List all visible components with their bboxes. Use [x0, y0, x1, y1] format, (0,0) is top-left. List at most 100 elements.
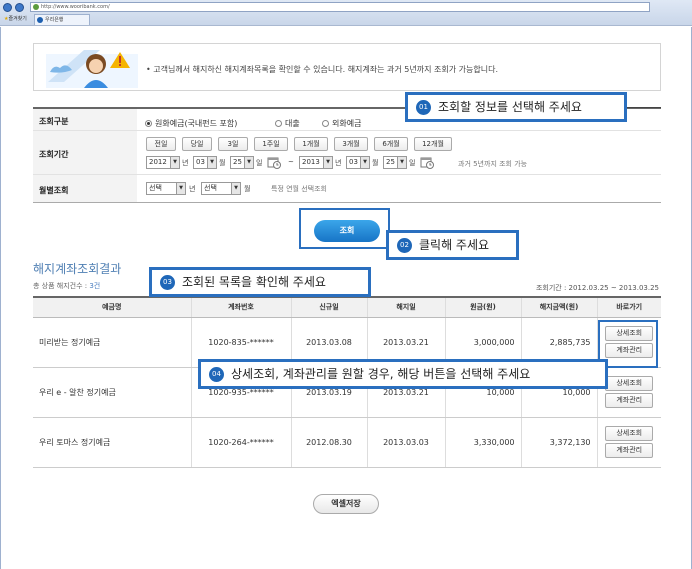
url-text: http://www.wooribank.com/	[41, 4, 110, 10]
period-btn-yesterday[interactable]: 전일	[146, 137, 176, 151]
select-value: 03	[196, 158, 205, 166]
tab-label: 우리은행	[45, 17, 64, 23]
month-unit: 월	[244, 185, 251, 193]
select-value: 2013	[302, 158, 320, 166]
radio-icon	[322, 120, 329, 127]
dropdown-arrow-icon: ▼	[244, 157, 253, 168]
address-bar[interactable]: http://www.wooribank.com/	[30, 2, 650, 12]
dropdown-arrow-icon: ▼	[170, 157, 179, 168]
dropdown-arrow-icon: ▼	[323, 157, 332, 168]
callout-text: 조회된 목록을 확인해 주세요	[182, 275, 326, 289]
select-value: 03	[349, 158, 358, 166]
cell-opened: 2012.08.30	[290, 417, 367, 468]
cell-amount: 3,372,130	[520, 417, 597, 468]
cell-name: 미리받는 정기예금	[33, 317, 191, 368]
period-btn-3days[interactable]: 3일	[218, 137, 248, 151]
day-unit: 일	[409, 159, 416, 167]
period-btn-today[interactable]: 당일	[182, 137, 212, 151]
period-hint: 과거 5년까지 조회 가능	[458, 160, 528, 168]
callout-02: 02 클릭해 주세요	[386, 230, 519, 260]
from-day-select[interactable]: 25 ▼	[230, 156, 254, 169]
from-year-select[interactable]: 2012 ▼	[146, 156, 180, 169]
callout-text: 클릭해 주세요	[419, 238, 490, 252]
callout-text: 상세조회, 계좌관리를 원할 경우, 해당 버튼을 선택해 주세요	[231, 367, 531, 381]
period-label: 조회기간	[39, 150, 69, 159]
to-month-select[interactable]: 03 ▼	[346, 156, 370, 169]
callout-number: 03	[160, 275, 175, 290]
favorites-label: 즐겨찾기	[8, 16, 27, 22]
tilde: ~	[288, 158, 294, 166]
col-account: 계좌번호	[190, 296, 291, 318]
radio-krw-deposit[interactable]: 원화예금(국내펀드 포함)	[145, 118, 237, 129]
page: • 고객님께서 해지하신 해지계좌목록을 확인할 수 있습니다. 해지계좌는 과…	[0, 27, 692, 569]
detail-button[interactable]: 상세조회	[605, 376, 654, 391]
site-icon	[37, 17, 43, 23]
year-unit: 년	[189, 185, 196, 193]
period-btn-6months[interactable]: 6개월	[374, 137, 408, 151]
callout-03: 03 조회된 목록을 확인해 주세요	[149, 267, 371, 297]
dropdown-arrow-icon: ▼	[207, 157, 216, 168]
col-amount: 해지금액(원)	[520, 296, 597, 318]
radio-label: 대출	[285, 119, 300, 128]
select-value: 선택	[149, 184, 162, 192]
notice-box: • 고객님께서 해지하신 해지계좌목록을 확인할 수 있습니다. 해지계좌는 과…	[33, 43, 661, 91]
radio-label: 외화예금	[332, 119, 362, 128]
manage-button[interactable]: 계좌관리	[605, 443, 654, 458]
col-name: 예금명	[33, 296, 191, 318]
cell-name: 우리 e - 알찬 정기예금	[33, 367, 191, 418]
monthly-label: 월별조회	[39, 186, 69, 195]
monthly-hint: 특정 연월 선택조회	[271, 185, 327, 193]
monthly-row: 월별조회 선택 ▼ 년 선택 ▼ 월 특정 연월 선택조회	[33, 175, 661, 203]
monthly-month-select[interactable]: 선택 ▼	[201, 182, 241, 195]
select-value: 2012	[149, 158, 167, 166]
radio-foreign-deposit[interactable]: 외화예금	[322, 118, 361, 129]
day-unit: 일	[256, 159, 263, 167]
cell-principal: 3,330,000	[444, 417, 521, 468]
from-month-select[interactable]: 03 ▼	[193, 156, 217, 169]
notice-text: • 고객님께서 해지하신 해지계좌목록을 확인할 수 있습니다. 해지계좌는 과…	[146, 65, 498, 74]
select-value: 25	[233, 158, 242, 166]
favorites-button[interactable]: ★즐겨찾기	[4, 15, 27, 24]
globe-icon	[33, 4, 39, 10]
back-icon[interactable]	[3, 3, 12, 12]
select-value: 25	[386, 158, 395, 166]
result-title: 해지계좌조회결과	[33, 262, 122, 276]
radio-label: 원화예금(국내펀드 포함)	[155, 119, 238, 128]
period-btn-12months[interactable]: 12개월	[414, 137, 452, 151]
calendar-icon[interactable]	[267, 155, 281, 169]
callout-number: 02	[397, 238, 412, 253]
to-year-select[interactable]: 2013 ▼	[299, 156, 333, 169]
select-value: 선택	[204, 184, 217, 192]
search-highlight	[299, 208, 390, 249]
browser-toolbar: http://www.wooribank.com/ ★즐겨찾기 우리은행	[0, 0, 692, 26]
period-btn-1month[interactable]: 1개월	[294, 137, 328, 151]
col-principal: 원금(원)	[444, 296, 521, 318]
table-header: 예금명 계좌번호 신규일 해지일 원금(원) 해지금액(원) 바로가기	[33, 296, 661, 318]
type-label: 조회구분	[39, 117, 69, 126]
period-row: 조회기간 전일 당일 3일 1주일 1개월 3개월 6개월 12개월 2012 ▼…	[33, 131, 661, 175]
forward-icon[interactable]	[15, 3, 24, 12]
callout-04: 04 상세조회, 계좌관리를 원할 경우, 해당 버튼을 선택해 주세요	[198, 359, 608, 389]
radio-loan[interactable]: 대출	[275, 118, 300, 129]
result-period: 조회기간 : 2012.03.25 ~ 2013.03.25	[535, 284, 659, 292]
table-row: 우리 토마스 정기예금 1020-264-****** 2012.08.30 2…	[33, 417, 661, 468]
callout-number: 01	[416, 100, 431, 115]
year-unit: 년	[335, 159, 342, 167]
cell-closed: 2013.03.03	[366, 417, 445, 468]
calendar-icon[interactable]	[420, 155, 434, 169]
col-shortcut: 바로가기	[596, 296, 661, 318]
period-btn-1week[interactable]: 1주일	[254, 137, 288, 151]
excel-save-button[interactable]: 엑셀저장	[313, 494, 379, 514]
period-btn-3months[interactable]: 3개월	[334, 137, 368, 151]
to-day-select[interactable]: 25 ▼	[383, 156, 407, 169]
manage-button[interactable]: 계좌관리	[605, 393, 654, 408]
detail-button[interactable]: 상세조회	[605, 426, 654, 441]
col-opened: 신규일	[290, 296, 367, 318]
radio-selected-icon	[145, 120, 152, 127]
result-count: 총 상품 해지건수 : 3건	[33, 281, 100, 291]
dropdown-arrow-icon: ▼	[231, 183, 240, 194]
browser-tab[interactable]: 우리은행	[34, 14, 90, 25]
monthly-year-select[interactable]: 선택 ▼	[146, 182, 186, 195]
cell-account: 1020-264-******	[190, 417, 291, 468]
count-prefix: 총 상품 해지건수 :	[33, 282, 90, 290]
